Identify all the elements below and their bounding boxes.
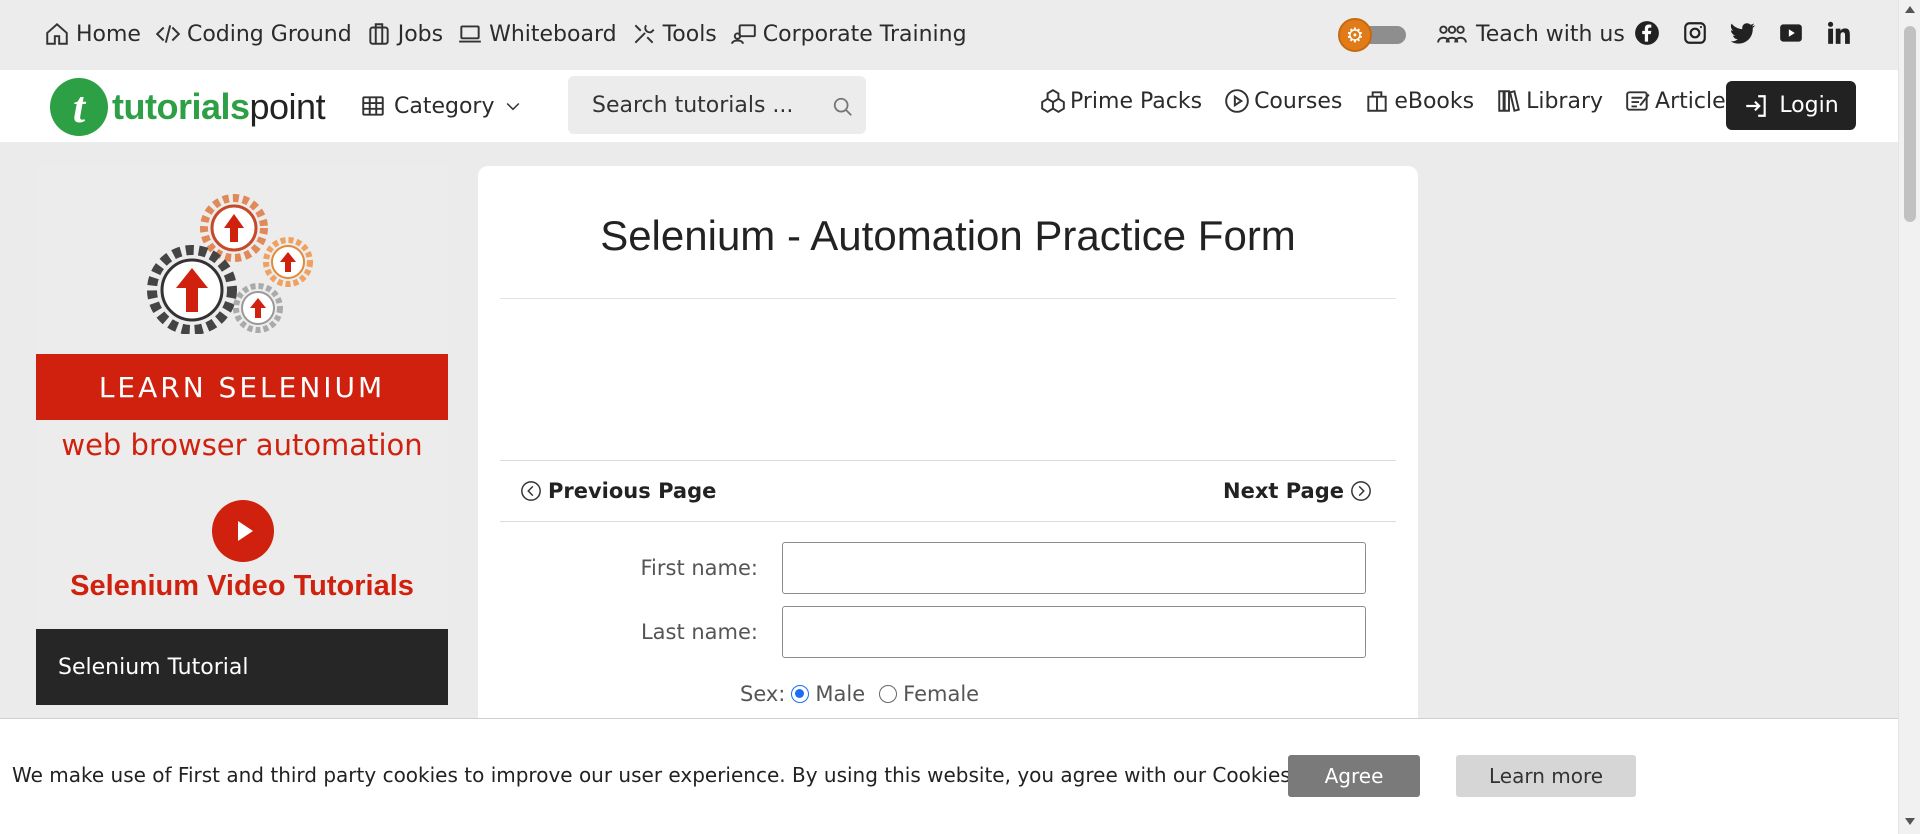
topnav-corporate-training[interactable]: Corporate Training xyxy=(730,21,967,47)
linkedin-icon[interactable] xyxy=(1824,18,1854,48)
page-scrollbar[interactable] xyxy=(1898,0,1920,834)
grid-icon xyxy=(362,96,384,116)
code-icon xyxy=(155,25,181,43)
chevron-left-circle-icon xyxy=(521,481,541,501)
logo-mark-icon: t xyxy=(50,78,108,136)
theme-toggle[interactable]: ⚙ xyxy=(1338,18,1408,52)
home-icon xyxy=(46,22,68,45)
nav-ebooks[interactable]: eBooks xyxy=(1364,88,1474,114)
topnav-tools-label: Tools xyxy=(662,21,717,47)
learn-more-button[interactable]: Learn more xyxy=(1456,755,1636,797)
login-button[interactable]: Login xyxy=(1726,81,1856,130)
topnav-home-label: Home xyxy=(76,21,141,47)
topnav-jobs[interactable]: Jobs xyxy=(366,21,443,47)
agree-button[interactable]: Agree xyxy=(1288,755,1420,797)
login-label: Login xyxy=(1779,93,1839,118)
ad-title: LEARN SELENIUM xyxy=(36,354,448,420)
radio-female[interactable] xyxy=(879,685,898,703)
next-page-link[interactable]: Next Page xyxy=(1223,479,1372,503)
search-icon[interactable] xyxy=(832,96,854,118)
nav-library[interactable]: Library xyxy=(1496,88,1603,114)
title-divider xyxy=(500,298,1396,299)
main-nav: Prime Packs Courses eBooks Library Artic… xyxy=(1040,88,1737,114)
scroll-down-arrow-icon[interactable] xyxy=(1905,818,1915,825)
topnav-home[interactable]: Home xyxy=(44,21,141,47)
social-links xyxy=(1632,18,1854,48)
topnav-coding-ground[interactable]: Coding Ground xyxy=(155,21,352,47)
cookie-message: We make use of First and third party coo… xyxy=(12,763,1359,787)
topnav-tools[interactable]: Tools xyxy=(631,21,717,47)
logo-part2: point xyxy=(249,86,326,127)
scroll-up-arrow-icon[interactable] xyxy=(1905,6,1915,13)
briefcase-icon xyxy=(369,23,389,45)
play-circle-icon xyxy=(1225,89,1249,113)
sidebar-item-selenium-tutorial[interactable]: Selenium Tutorial xyxy=(36,629,448,705)
page-navigation: Previous Page Next Page xyxy=(500,460,1396,522)
topnav-whiteboard-label: Whiteboard xyxy=(489,21,617,47)
tools-icon xyxy=(634,24,655,44)
page-title: Selenium - Automation Practice Form xyxy=(600,212,1296,259)
book-open-icon xyxy=(1367,91,1387,112)
category-dropdown[interactable]: Category xyxy=(360,88,523,124)
search-input[interactable] xyxy=(592,92,822,118)
topnav-corporate-training-label: Corporate Training xyxy=(762,21,967,47)
teacher-group-icon xyxy=(1437,25,1467,43)
nav-articles[interactable]: Articles xyxy=(1625,88,1737,114)
training-icon xyxy=(730,24,756,45)
chevron-right-circle-icon xyxy=(1351,481,1371,501)
first-name-input[interactable] xyxy=(782,542,1366,594)
gears-icon xyxy=(147,194,313,334)
topnav-jobs-label: Jobs xyxy=(397,21,444,47)
topnav-coding-ground-label: Coding Ground xyxy=(186,21,352,47)
cubes-icon xyxy=(1041,89,1065,113)
selenium-ad-banner[interactable]: LEARN SELENIUM web browser automation Se… xyxy=(36,166,448,624)
radio-male[interactable] xyxy=(791,685,810,703)
facebook-icon[interactable] xyxy=(1632,18,1662,48)
nav-library-label: Library xyxy=(1526,88,1604,114)
content-card: Selenium - Automation Practice Form Prev… xyxy=(478,166,1418,726)
sun-icon: ⚙ xyxy=(1338,18,1372,52)
library-icon xyxy=(1498,90,1521,112)
topnav-whiteboard[interactable]: Whiteboard xyxy=(457,21,617,47)
last-name-label: Last name: xyxy=(640,620,758,644)
laptop-icon xyxy=(459,25,481,43)
sex-label: Sex: xyxy=(740,682,786,706)
next-page-label: Next Page xyxy=(1223,479,1344,503)
scrollbar-thumb[interactable] xyxy=(1904,26,1916,222)
previous-page-label: Previous Page xyxy=(548,479,717,503)
twitter-icon[interactable] xyxy=(1728,18,1758,48)
logo-wordmark: tutorialspoint xyxy=(112,86,326,128)
nav-ebooks-label: eBooks xyxy=(1394,88,1475,114)
chevron-down-icon xyxy=(506,102,519,111)
instagram-icon[interactable] xyxy=(1680,18,1710,48)
nav-courses[interactable]: Courses xyxy=(1224,88,1342,114)
article-icon xyxy=(1626,91,1650,111)
nav-courses-label: Courses xyxy=(1254,88,1343,114)
radio-female-label: Female xyxy=(903,682,980,706)
main-header: t tutorialspoint Category Prime Packs Co… xyxy=(0,70,1898,142)
sex-radio-group: Sex: Male Female xyxy=(740,682,979,706)
youtube-icon[interactable] xyxy=(1776,18,1806,48)
nav-articles-label: Articles xyxy=(1655,88,1738,114)
radio-male-label: Male xyxy=(815,682,866,706)
top-bar: Home Coding Ground Jobs Whiteboard Tools… xyxy=(0,0,1898,70)
last-name-input[interactable] xyxy=(782,606,1366,658)
ad-video-label: Selenium Video Tutorials xyxy=(70,570,414,602)
ad-subtitle: web browser automation xyxy=(61,428,423,462)
previous-page-link[interactable]: Previous Page xyxy=(520,479,716,503)
teach-with-us-link[interactable]: Teach with us xyxy=(1436,16,1625,52)
teach-label: Teach with us xyxy=(1476,21,1625,47)
nav-prime-packs[interactable]: Prime Packs xyxy=(1040,88,1202,114)
first-name-label: First name: xyxy=(640,556,759,580)
login-icon xyxy=(1746,94,1767,117)
play-icon xyxy=(212,500,274,562)
sidebar-item-label: Selenium Tutorial xyxy=(58,654,249,680)
search-box xyxy=(568,76,866,134)
cookie-consent-bar: We make use of First and third party coo… xyxy=(0,718,1898,834)
logo-part1: tutorials xyxy=(112,86,250,127)
top-nav: Home Coding Ground Jobs Whiteboard Tools… xyxy=(44,16,967,52)
tutorialspoint-logo[interactable]: t tutorialspoint xyxy=(50,78,326,136)
nav-prime-packs-label: Prime Packs xyxy=(1070,88,1203,114)
category-label: Category xyxy=(394,93,495,119)
